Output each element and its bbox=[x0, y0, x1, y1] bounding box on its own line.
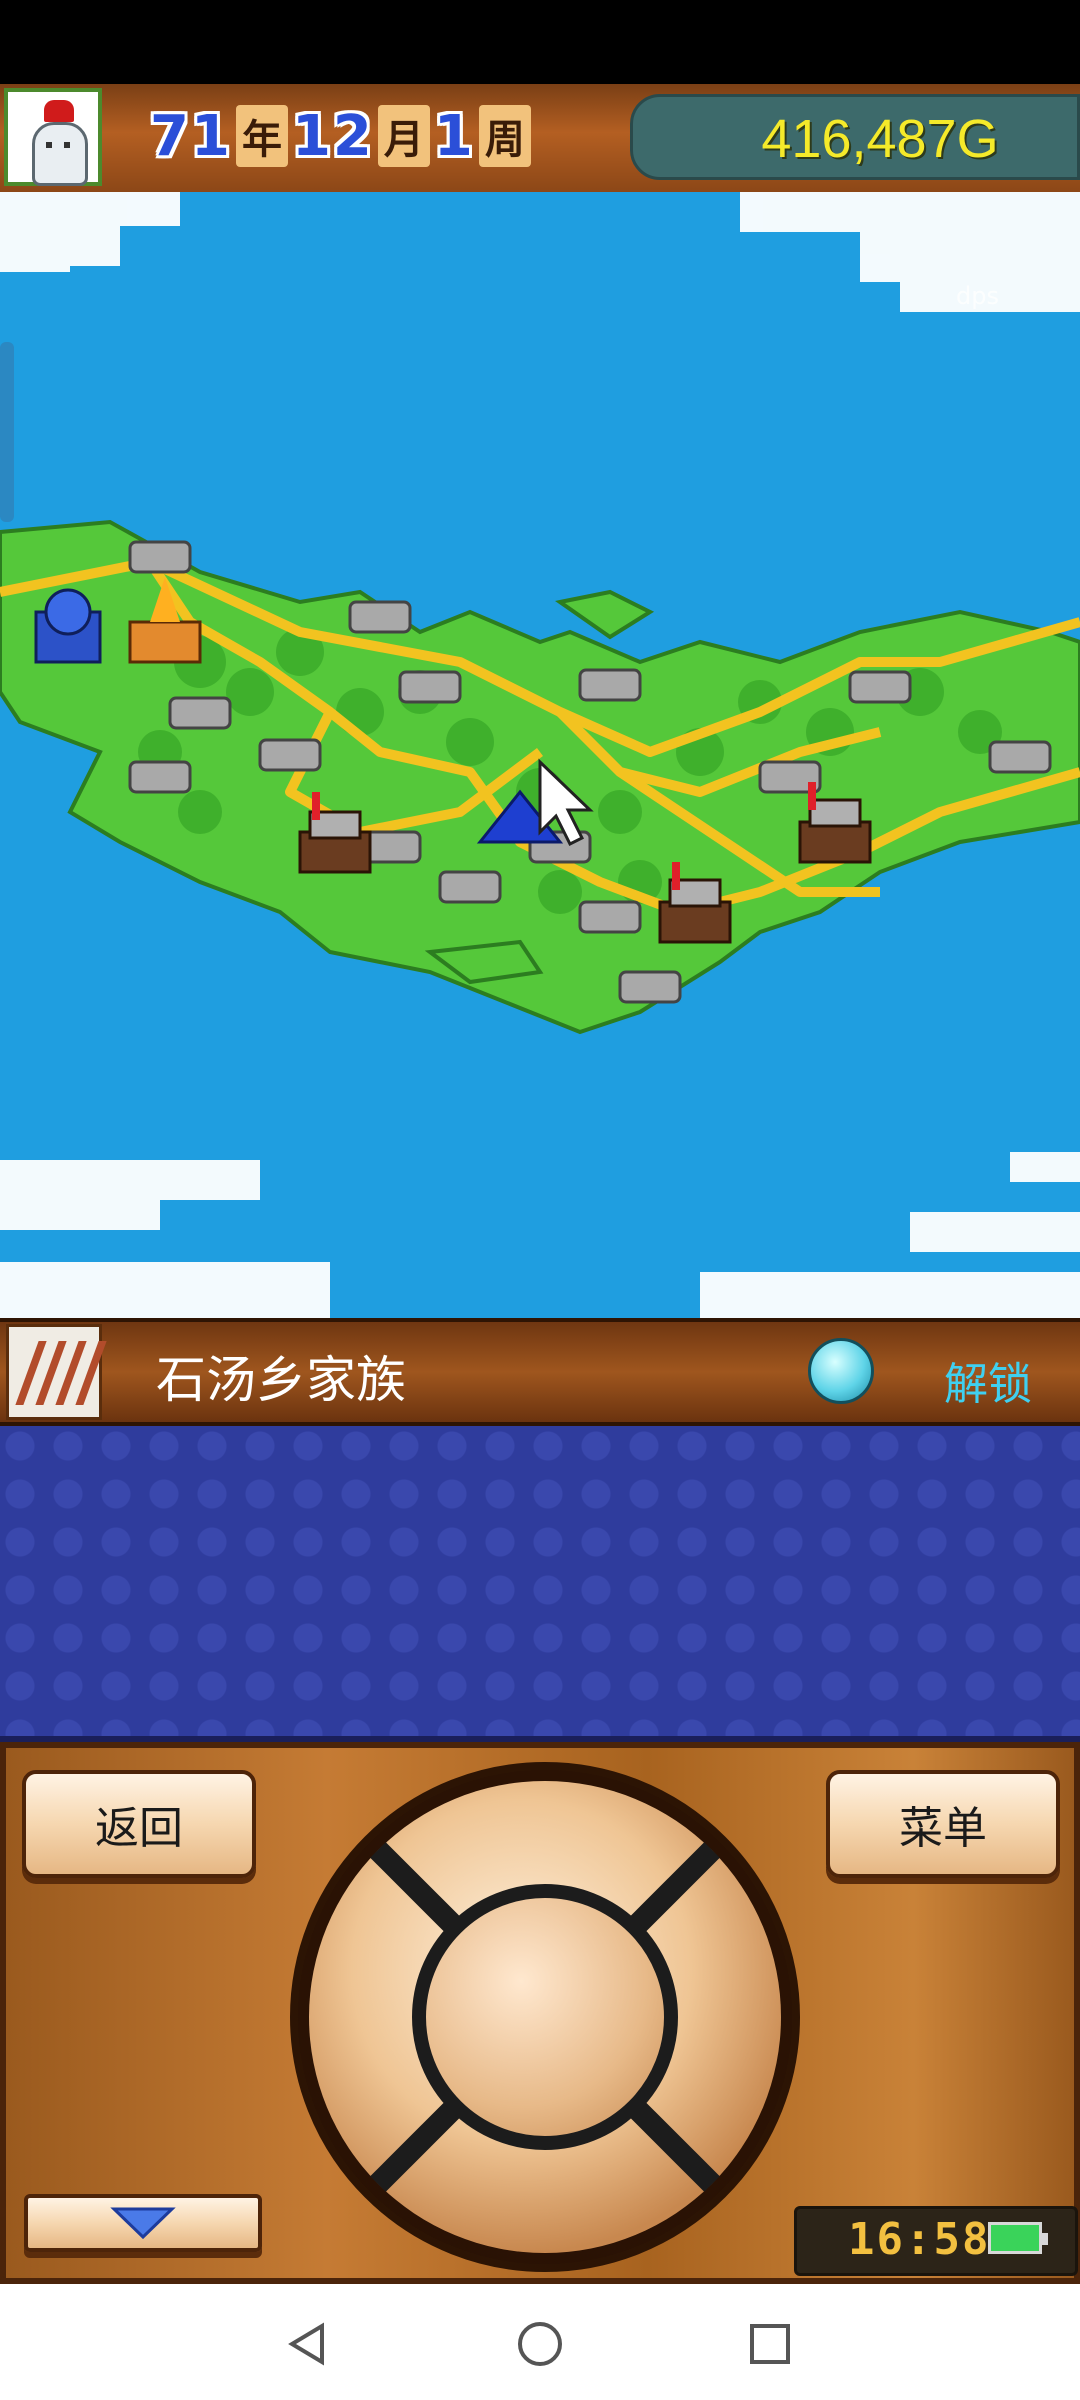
collapse-button[interactable] bbox=[24, 2194, 262, 2252]
year-unit: 年 bbox=[235, 105, 288, 167]
clock: 16:58 bbox=[848, 2214, 991, 2265]
watermark: dps bbox=[956, 282, 999, 310]
week-unit: 周 bbox=[478, 105, 531, 167]
family-crest-icon bbox=[6, 1324, 107, 1420]
week-number: 1 bbox=[433, 103, 475, 169]
unlock-button[interactable]: 解锁 bbox=[944, 1348, 1032, 1412]
chevron-down-icon bbox=[110, 2207, 176, 2240]
message-panel bbox=[0, 1426, 1080, 1742]
home-circle-icon[interactable] bbox=[516, 2320, 564, 2368]
month-number: 12 bbox=[291, 103, 374, 169]
back-button[interactable]: 返回 bbox=[22, 1770, 256, 1878]
snowman-avatar-icon[interactable] bbox=[4, 88, 102, 186]
money-amount: 416,487G bbox=[761, 109, 999, 169]
back-triangle-icon[interactable] bbox=[284, 2320, 332, 2368]
world-map[interactable]: dps bbox=[0, 192, 1080, 1318]
battery-icon bbox=[988, 2222, 1048, 2254]
month-unit: 月 bbox=[377, 105, 430, 167]
map-illustration bbox=[0, 192, 1080, 1318]
family-name: 石汤乡家族 bbox=[156, 1351, 406, 1409]
dpad-center-button[interactable] bbox=[412, 1884, 678, 2150]
game-date: 71 年 12 月 1 周 bbox=[150, 103, 531, 169]
orb-icon[interactable] bbox=[808, 1338, 874, 1404]
recent-square-icon[interactable] bbox=[746, 2320, 794, 2368]
system-status-bar bbox=[0, 0, 1080, 84]
menu-button[interactable]: 菜单 bbox=[826, 1770, 1060, 1878]
year-number: 71 bbox=[150, 103, 232, 169]
